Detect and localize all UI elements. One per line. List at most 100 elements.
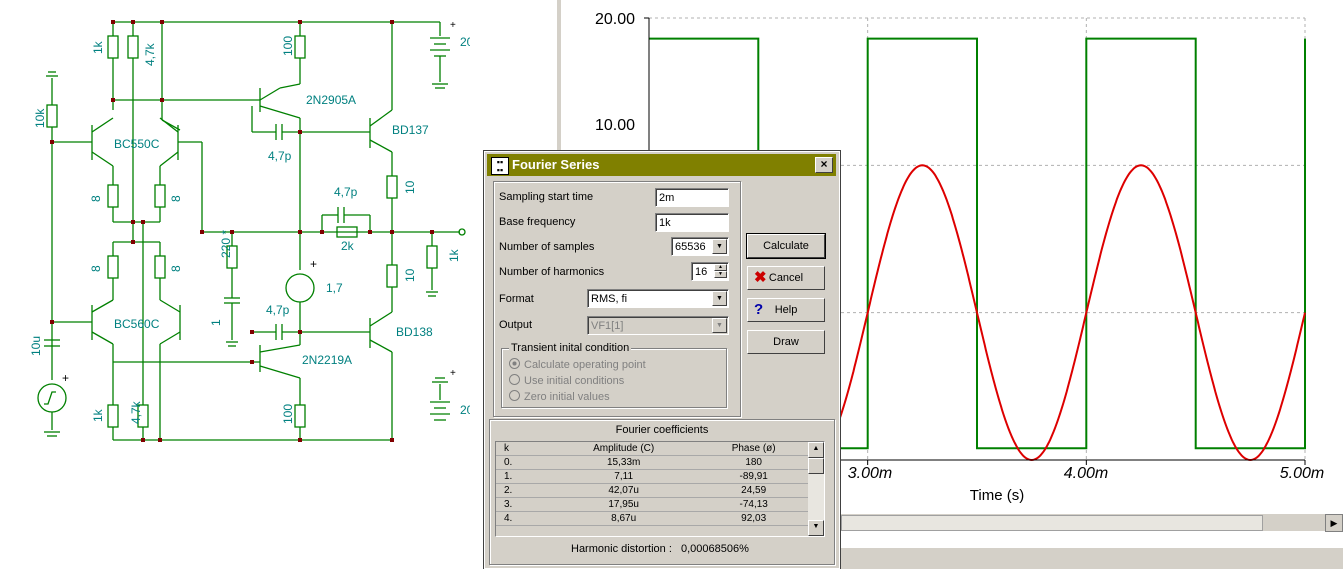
x-axis-label: Time (s)	[970, 487, 1024, 504]
dropdown-arrow-icon: ▼	[712, 318, 727, 333]
output-select: VF1[1] ▼	[587, 316, 729, 335]
table-row[interactable]: 1. 7,11 -89,91	[496, 469, 808, 484]
table-row[interactable]: 2. 42,07u 24,59	[496, 483, 808, 498]
x-tick-label: 5.00m	[1280, 465, 1324, 482]
help-button[interactable]: ? Help	[747, 298, 825, 322]
x-tick-label: 4.00m	[1064, 465, 1108, 482]
table-scrollbar[interactable]: ▲ ▼	[808, 442, 824, 536]
r-8-a-label: 8	[89, 195, 103, 202]
q-2n2219a-label: 2N2219A	[302, 353, 352, 367]
scroll-down-icon[interactable]: ▼	[808, 520, 824, 536]
base-frequency-input[interactable]: 1k	[655, 213, 729, 232]
harmonic-distortion-label: Harmonic distortion :	[571, 543, 672, 555]
r-2k-label: 2k	[341, 239, 355, 253]
column-header-phase: Phase (ø)	[699, 442, 808, 456]
harmonics-stepper[interactable]: 16 ▲ ▼	[691, 262, 729, 281]
samples-select[interactable]: 65536 ▼	[671, 237, 729, 256]
cell-phase: 92,03	[699, 511, 808, 526]
r-1k-top-label: 1k	[91, 40, 105, 54]
cell-amplitude: 7,11	[548, 469, 700, 484]
x-tick-label: 3.00m	[848, 465, 892, 482]
draw-button[interactable]: Draw	[747, 330, 825, 354]
r-100-top-label: 100	[281, 36, 295, 56]
samples-label: Number of samples	[499, 241, 595, 253]
cell-amplitude: 42,07u	[548, 483, 700, 498]
format-value: RMS, fi	[591, 293, 628, 305]
dialog-titlebar[interactable]: ▪▪ ▪▪ Fourier Series ×	[487, 154, 836, 176]
source-plus: +	[62, 371, 69, 385]
harmonics-label: Number of harmonics	[499, 266, 605, 278]
scroll-up-icon[interactable]: ▲	[808, 442, 824, 458]
r-4k7-bot-label: 4,7k	[129, 400, 143, 424]
calculate-button[interactable]: Calculate	[746, 233, 826, 259]
c-4p7-mid-label: 4,7p	[334, 185, 358, 199]
table-header-row: k Amplitude (C) Phase (ø)	[496, 442, 808, 456]
cell-k: 3.	[496, 497, 548, 512]
table-row[interactable]: 3. 17,95u -74,13	[496, 497, 808, 512]
r-8-d-label: 8	[169, 265, 183, 272]
scroll-right-icon[interactable]: ▶	[1325, 514, 1343, 532]
spin-up-icon[interactable]: ▲	[714, 264, 727, 271]
table-row[interactable]: 4. 8,67u 92,03	[496, 511, 808, 526]
scrollbar-thumb[interactable]	[841, 515, 1263, 531]
c-10u-label: 10u	[29, 336, 43, 356]
dropdown-arrow-icon[interactable]: ▼	[712, 239, 727, 254]
coefficients-title: Fourier coefficients	[615, 424, 709, 436]
r-1k-bot-label: 1k	[91, 408, 105, 422]
cell-phase: 180	[699, 455, 808, 470]
column-header-amplitude: Amplitude (C)	[548, 442, 700, 456]
spin-down-icon[interactable]: ▼	[714, 271, 727, 278]
dropdown-arrow-icon[interactable]: ▼	[712, 291, 727, 306]
base-frequency-label: Base frequency	[499, 216, 576, 228]
radio-use-initial-conditions: Use initial conditions	[509, 374, 624, 387]
battery-bot-plus: +	[450, 368, 456, 379]
r-8-c-label: 8	[89, 265, 103, 272]
circuit-schematic[interactable]: 1k 4,7k 100 20 + 2N2905A 10k BC550C BD13…	[0, 0, 470, 450]
cell-amplitude: 15,33m	[548, 455, 700, 470]
battery-bot-label: 20	[460, 403, 470, 417]
r-10k-label: 10k	[33, 108, 47, 128]
r-220-label: 220 *	[219, 230, 233, 258]
r-1k-out-label: 1k	[447, 248, 461, 262]
samples-value: 65536	[675, 241, 706, 253]
v-1p7-label: 1,7	[326, 281, 343, 295]
y-tick-label: 20.00	[595, 11, 635, 28]
harmonics-value: 16	[695, 266, 708, 278]
q-bc550c-label: BC550C	[114, 137, 160, 151]
coefficients-table[interactable]: k Amplitude (C) Phase (ø) 0. 15,33m 180 1.…	[495, 441, 825, 537]
output-label: Output	[499, 319, 533, 331]
harmonic-distortion-value: 0,00068506%	[681, 543, 749, 555]
r-10-bot-label: 10	[403, 268, 417, 282]
fourier-series-dialog[interactable]: ▪▪ ▪▪ Fourier Series × Sampling start tim…	[483, 150, 841, 569]
cancel-button[interactable]: ✖ Cancel	[747, 266, 825, 290]
radio-zero-initial-values: Zero initial values	[509, 390, 610, 403]
sampling-start-label: Sampling start time	[499, 191, 594, 203]
r-4k7-top-label: 4,7k	[143, 42, 157, 66]
table-row[interactable]: 0. 15,33m 180	[496, 455, 808, 470]
cell-k: 2.	[496, 483, 548, 498]
sampling-start-input[interactable]: 2m	[655, 188, 729, 207]
cell-k: 4.	[496, 511, 548, 526]
q-bc560c-label: BC560C	[114, 317, 160, 331]
r-100-bot-label: 100	[281, 404, 295, 424]
radio-calculate-operating-point: Calculate operating point	[509, 358, 646, 371]
cell-k: 1.	[496, 469, 548, 484]
transient-group-label: Transient inital condition	[509, 342, 632, 354]
cell-phase: 24,59	[699, 483, 808, 498]
column-header-k: k	[496, 442, 548, 456]
close-button[interactable]: ×	[815, 157, 833, 173]
cancel-x-icon: ✖	[754, 269, 767, 286]
battery-top-label: 20	[460, 35, 470, 49]
y-tick-label: 10.00	[595, 117, 635, 134]
app-icon: ▪▪ ▪▪	[491, 157, 509, 175]
dialog-title: Fourier Series	[512, 157, 600, 172]
cell-amplitude: 8,67u	[548, 511, 700, 526]
c-4p7-top-label: 4,7p	[268, 149, 292, 163]
battery-top-plus: +	[450, 20, 456, 31]
format-label: Format	[499, 293, 534, 305]
table-scrollbar-thumb[interactable]	[808, 458, 824, 474]
horizontal-scrollbar[interactable]: ▶	[837, 513, 1343, 532]
c-4p7-bot-label: 4,7p	[266, 303, 290, 317]
q-bd137-label: BD137	[392, 123, 429, 137]
format-select[interactable]: RMS, fi ▼	[587, 289, 729, 308]
